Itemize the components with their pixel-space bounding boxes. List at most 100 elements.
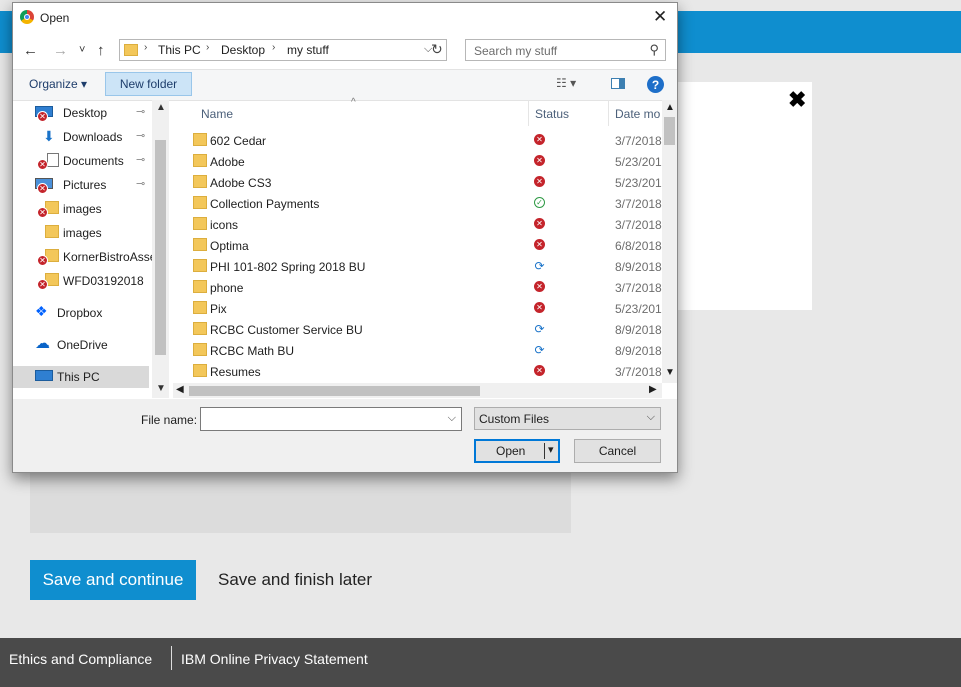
file-row[interactable]: Resumes ✕ 3/7/2018 (173, 361, 663, 382)
save-and-finish-later-link[interactable]: Save and finish later (218, 570, 372, 590)
file-row[interactable]: Optima ✕ 6/8/2018 (173, 235, 663, 256)
file-date: 8/9/2018 (615, 344, 662, 358)
file-name-input[interactable]: ⌵ (200, 407, 462, 431)
file-date: 8/9/2018 (615, 260, 662, 274)
search-placeholder: Search my stuff (474, 44, 558, 58)
scroll-thumb[interactable] (189, 386, 480, 396)
file-name: icons (210, 218, 239, 232)
search-icon[interactable]: ⚲ (649, 42, 659, 58)
nav-item[interactable]: This PC (13, 366, 149, 388)
folder-icon (193, 364, 207, 377)
file-row[interactable]: icons ✕ 3/7/2018 (173, 214, 663, 235)
modal-close-icon[interactable]: ✖ (788, 87, 806, 113)
dialog-titlebar: Open ✕ (13, 3, 677, 33)
refresh-icon[interactable]: ↻ (431, 41, 443, 58)
sync-error-icon: ✕ (534, 218, 545, 229)
pin-icon[interactable]: ⊸ (136, 129, 145, 142)
up-arrow-icon[interactable]: ↑ (97, 42, 105, 59)
file-name: Optima (210, 239, 249, 253)
breadcrumb-my-stuff[interactable]: my stuff (287, 43, 329, 57)
folder-icon (193, 217, 207, 230)
file-date: 8/9/2018 (615, 323, 662, 337)
scroll-thumb[interactable] (664, 117, 675, 145)
file-row[interactable]: RCBC Math BU ⟳ 8/9/2018 (173, 340, 663, 361)
file-list-horizontal-scrollbar[interactable]: ◀ ▶ (173, 383, 662, 398)
nav-item[interactable]: ☁ OneDrive (13, 334, 153, 356)
nav-item[interactable]: ⬇ Downloads ⊸ (13, 126, 153, 148)
file-date: 5/23/2018 (615, 302, 662, 316)
breadcrumb-desktop[interactable]: Desktop (221, 43, 265, 57)
nav-item[interactable]: ✕ images (13, 198, 153, 220)
help-icon[interactable]: ? (647, 76, 664, 93)
new-folder-button[interactable]: New folder (105, 72, 192, 96)
file-row[interactable]: Adobe CS3 ✕ 5/23/2018 (173, 172, 663, 193)
navigation-pane: ✕ Desktop ⊸ ⬇ Downloads ⊸ ✕ Documents ⊸ ✕ Pictures… (13, 100, 169, 398)
nav-item[interactable]: ✕ WFD03192018 (13, 270, 153, 292)
sync-error-icon: ✕ (534, 176, 545, 187)
file-row[interactable]: 602 Cedar ✕ 3/7/2018 (173, 130, 663, 151)
column-separator[interactable] (608, 100, 609, 126)
nav-item[interactable]: ✕ Desktop ⊸ (13, 102, 153, 124)
page-footer: Ethics and Compliance IBM Online Privacy… (0, 638, 961, 687)
file-date: 3/7/2018 (615, 365, 662, 379)
dialog-close-icon[interactable]: ✕ (653, 7, 667, 27)
navigation-scrollbar[interactable]: ▲ ▼ (152, 100, 169, 398)
nav-item[interactable]: images (13, 222, 153, 244)
save-and-continue-button[interactable]: Save and continue (30, 560, 196, 600)
folder-icon (193, 133, 207, 146)
scroll-thumb[interactable] (155, 140, 166, 355)
folder-icon (193, 343, 207, 356)
nav-item[interactable]: ✕ Documents ⊸ (13, 150, 153, 172)
pin-icon[interactable]: ⊸ (136, 177, 145, 190)
file-name: PHI 101-802 Spring 2018 BU (210, 260, 366, 274)
file-row[interactable]: PHI 101-802 Spring 2018 BU ⟳ 8/9/2018 (173, 256, 663, 277)
dialog-title: Open (40, 11, 70, 25)
scroll-down-icon[interactable]: ▼ (665, 367, 675, 378)
file-name: RCBC Customer Service BU (210, 323, 363, 337)
preview-pane-icon[interactable] (611, 78, 625, 89)
footer-link-privacy[interactable]: IBM Online Privacy Statement (181, 651, 368, 667)
sync-error-icon: ✕ (534, 239, 545, 250)
file-row[interactable]: Pix ✕ 5/23/2018 (173, 298, 663, 319)
scroll-up-icon[interactable]: ▲ (665, 102, 675, 113)
file-type-select[interactable]: Custom Files ⌵ (474, 407, 661, 430)
open-button[interactable]: Open ▾ (474, 439, 560, 463)
organize-menu[interactable]: Organize ▾ (29, 77, 87, 91)
pin-icon[interactable]: ⊸ (136, 105, 145, 118)
cancel-button[interactable]: Cancel (574, 439, 661, 463)
pin-icon[interactable]: ⊸ (136, 153, 145, 166)
footer-link-ethics[interactable]: Ethics and Compliance (9, 651, 152, 667)
chevron-right-icon: › (272, 42, 276, 53)
command-toolbar: Organize ▾ New folder ☷ ▾ ? (13, 69, 677, 101)
file-row[interactable]: Collection Payments ✓ 3/7/2018 (173, 193, 663, 214)
file-row[interactable]: Adobe ✕ 5/23/2018 (173, 151, 663, 172)
nav-item[interactable]: ✕ Pictures ⊸ (13, 174, 153, 196)
forward-arrow-icon[interactable]: → (53, 42, 68, 59)
sync-error-icon: ✕ (37, 207, 48, 218)
nav-item[interactable]: ❖ Dropbox (13, 302, 153, 324)
breadcrumb-this-pc[interactable]: This PC (158, 43, 201, 57)
folder-icon (193, 301, 207, 314)
nav-item[interactable]: ✕ KornerBistroAsse (13, 246, 153, 268)
file-list-vertical-scrollbar[interactable]: ▲ ▼ (662, 100, 677, 383)
column-separator[interactable] (528, 100, 529, 126)
chevron-down-icon[interactable]: ⌵ (448, 412, 456, 425)
file-row[interactable]: phone ✕ 3/7/2018 (173, 277, 663, 298)
sync-error-icon: ✕ (37, 183, 48, 194)
scroll-down-icon[interactable]: ▼ (156, 383, 166, 394)
scroll-right-icon[interactable]: ▶ (649, 384, 657, 395)
sync-error-icon: ✕ (37, 279, 48, 290)
sync-error-icon: ✕ (37, 255, 48, 266)
back-arrow-icon[interactable]: ← (23, 42, 38, 59)
search-input[interactable]: Search my stuff ⚲ (465, 39, 666, 61)
caret-down-icon[interactable]: ▾ (548, 443, 554, 456)
address-bar[interactable]: › This PC › Desktop › my stuff ⌵ (119, 39, 447, 61)
scroll-left-icon[interactable]: ◀ (176, 384, 184, 395)
scroll-up-icon[interactable]: ▲ (156, 102, 166, 113)
folder-icon (193, 280, 207, 293)
sync-error-icon: ✕ (534, 134, 545, 145)
recent-locations-icon[interactable]: ˅ (79, 44, 85, 56)
file-row[interactable]: RCBC Customer Service BU ⟳ 8/9/2018 (173, 319, 663, 340)
change-view-icon[interactable]: ☷ ▾ (556, 76, 576, 90)
dialog-footer: File name: ⌵ Custom Files ⌵ Open ▾ Cance… (13, 399, 677, 472)
